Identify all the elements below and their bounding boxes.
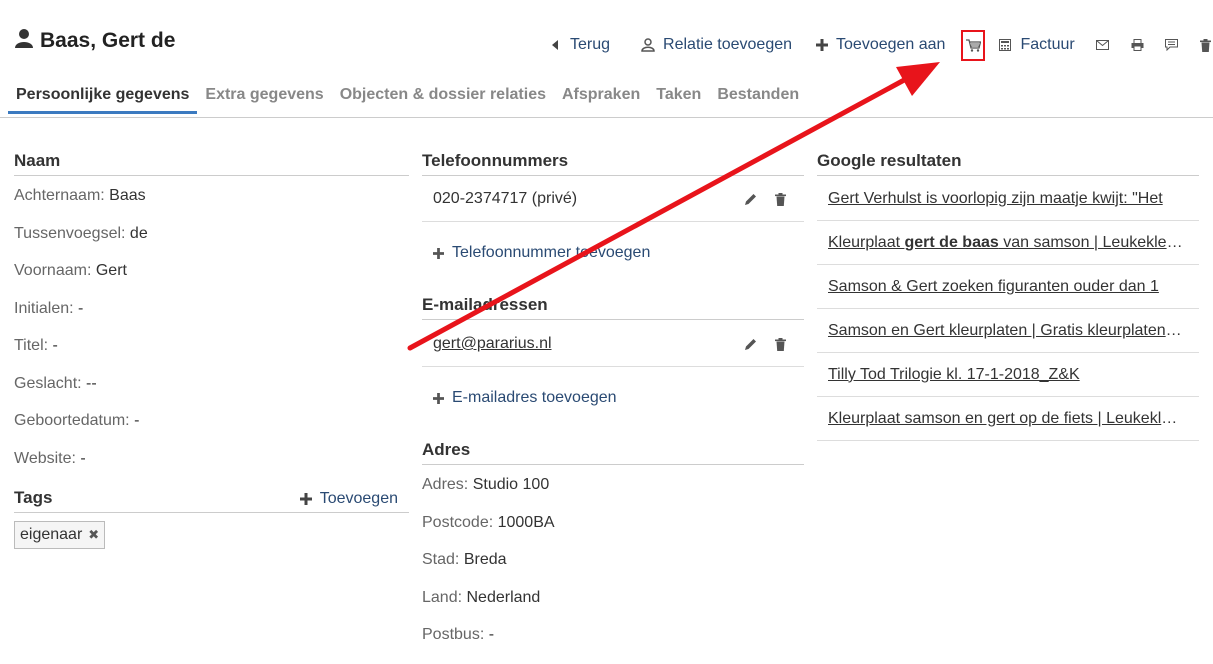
add-to-button[interactable]: Toevoegen aan bbox=[814, 36, 945, 54]
google-result-row: Gert Verhulst is voorlopig zijn maatje k… bbox=[817, 177, 1199, 221]
tab-persoonlijke-gegevens[interactable]: Persoonlijke gegevens bbox=[8, 80, 198, 114]
field-stad: Stad: Breda bbox=[422, 551, 507, 568]
google-result-link[interactable]: Kleurplaat gert de baas van samson | Leu… bbox=[828, 234, 1185, 252]
add-email-label: E-mailadres toevoegen bbox=[452, 389, 617, 406]
field-adres: Adres: Studio 100 bbox=[422, 476, 550, 493]
field-initialen: Initialen: - bbox=[14, 299, 84, 317]
add-relation-label: Relatie toevoegen bbox=[663, 36, 793, 53]
cart-button[interactable] bbox=[961, 29, 986, 61]
google-result-link[interactable]: Tilly Tod Trilogie kl. 17-1-2018_Z&K bbox=[828, 366, 1080, 384]
envelope-icon[interactable] bbox=[1095, 37, 1111, 53]
add-tag-label: Toevoegen bbox=[319, 490, 398, 507]
add-phone-label: Telefoonnummer toevoegen bbox=[452, 244, 651, 261]
email-link[interactable]: gert@pararius.nl bbox=[433, 335, 745, 353]
tab-objecten-dossier-relaties[interactable]: Objecten & dossier relaties bbox=[332, 80, 554, 114]
add-tag-button[interactable]: Toevoegen bbox=[299, 490, 398, 508]
field-land: Land: Nederland bbox=[422, 588, 541, 606]
phone-row: 020-2374717 (privé) bbox=[422, 177, 804, 222]
google-result-row: Kleurplaat samson en gert op de fiets | … bbox=[817, 397, 1199, 441]
plus-icon bbox=[814, 37, 830, 53]
plus-icon bbox=[433, 392, 444, 404]
person-icon bbox=[14, 28, 34, 53]
adres-fields: Adres: Studio 100 Postcode: 1000BA Stad:… bbox=[422, 476, 804, 664]
field-titel: Titel: - bbox=[14, 337, 58, 354]
field-postbus: Postbus: - bbox=[422, 626, 495, 643]
page-title: Baas, Gert de bbox=[40, 28, 176, 52]
google-result-row: Samson & Gert zoeken figuranten ouder da… bbox=[817, 265, 1199, 309]
cart-icon bbox=[965, 38, 981, 52]
plus-icon bbox=[299, 493, 312, 505]
field-voornaam: Voornaam: Gert bbox=[14, 262, 127, 279]
field-website: Website: - bbox=[14, 449, 86, 467]
remove-tag-icon[interactable]: ✖ bbox=[88, 527, 99, 543]
plus-icon bbox=[433, 247, 444, 259]
trash-icon[interactable] bbox=[1198, 37, 1213, 53]
print-icon[interactable] bbox=[1130, 37, 1146, 53]
field-geboortedatum: Geboortedatum: - bbox=[14, 412, 140, 429]
phone-number: 020-2374717 (privé) bbox=[433, 190, 578, 207]
tags-title: Tags bbox=[14, 488, 53, 507]
caret-left-icon bbox=[550, 37, 560, 53]
add-email-button[interactable]: E-mailadres toevoegen bbox=[433, 389, 617, 407]
google-result-link[interactable]: Kleurplaat samson en gert op de fiets | … bbox=[828, 410, 1185, 428]
trash-icon[interactable] bbox=[775, 192, 786, 206]
google-heading: Google resultaten bbox=[817, 151, 1199, 176]
emails-heading: E-mailadressen bbox=[422, 295, 804, 320]
google-results: Gert Verhulst is voorlopig zijn maatje k… bbox=[817, 177, 1199, 441]
phones-heading: Telefoonnummers bbox=[422, 151, 804, 176]
page-header: Baas, Gert de bbox=[14, 28, 175, 53]
tab-extra-gegevens[interactable]: Extra gegevens bbox=[197, 80, 331, 114]
user-icon bbox=[640, 37, 656, 53]
comment-icon[interactable] bbox=[1164, 37, 1180, 53]
google-result-link[interactable]: Samson en Gert kleurplaten | Gratis kleu… bbox=[828, 322, 1185, 340]
field-postcode: Postcode: 1000BA bbox=[422, 513, 555, 531]
naam-fields: Achternaam: Baas Tussenvoegsel: de Voorn… bbox=[14, 187, 409, 487]
back-label: Terug bbox=[570, 36, 611, 53]
add-phone-button[interactable]: Telefoonnummer toevoegen bbox=[433, 244, 650, 262]
email-row: gert@pararius.nl bbox=[422, 322, 804, 367]
tab-taken[interactable]: Taken bbox=[648, 80, 709, 114]
google-result-row: Kleurplaat gert de baas van samson | Leu… bbox=[817, 221, 1199, 265]
invoice-button[interactable]: Factuur bbox=[997, 36, 1075, 54]
tab-bar: Persoonlijke gegevens Extra gegevens Obj… bbox=[8, 80, 807, 114]
field-geslacht: Geslacht: -- bbox=[14, 374, 97, 392]
action-toolbar: Terug Relatie toevoegen Toevoegen aan Fa… bbox=[550, 29, 1213, 61]
tag-label: eigenaar bbox=[20, 526, 83, 543]
google-result-link[interactable]: Samson & Gert zoeken figuranten ouder da… bbox=[828, 278, 1159, 296]
google-result-row: Samson en Gert kleurplaten | Gratis kleu… bbox=[817, 309, 1199, 353]
field-achternaam: Achternaam: Baas bbox=[14, 187, 146, 204]
add-relation-button[interactable]: Relatie toevoegen bbox=[640, 36, 792, 54]
field-tussenvoegsel: Tussenvoegsel: de bbox=[14, 224, 148, 242]
back-button[interactable]: Terug bbox=[550, 36, 610, 54]
edit-icon[interactable] bbox=[745, 338, 757, 351]
adres-heading: Adres bbox=[422, 440, 804, 465]
tab-bestanden[interactable]: Bestanden bbox=[709, 80, 807, 114]
google-result-link[interactable]: Gert Verhulst is voorlopig zijn maatje k… bbox=[828, 190, 1163, 208]
add-to-label: Toevoegen aan bbox=[836, 36, 946, 53]
invoice-label: Factuur bbox=[1020, 36, 1075, 53]
edit-icon[interactable] bbox=[745, 193, 757, 206]
trash-icon[interactable] bbox=[775, 337, 786, 351]
tab-afspraken[interactable]: Afspraken bbox=[554, 80, 648, 114]
calculator-icon bbox=[997, 37, 1013, 53]
tabs-divider bbox=[0, 117, 1213, 118]
google-result-row: Tilly Tod Trilogie kl. 17-1-2018_Z&K bbox=[817, 353, 1199, 397]
tags-heading: Tags Toevoegen bbox=[14, 488, 409, 513]
naam-heading: Naam bbox=[14, 151, 409, 176]
tag-chip: eigenaar ✖ bbox=[14, 521, 106, 549]
